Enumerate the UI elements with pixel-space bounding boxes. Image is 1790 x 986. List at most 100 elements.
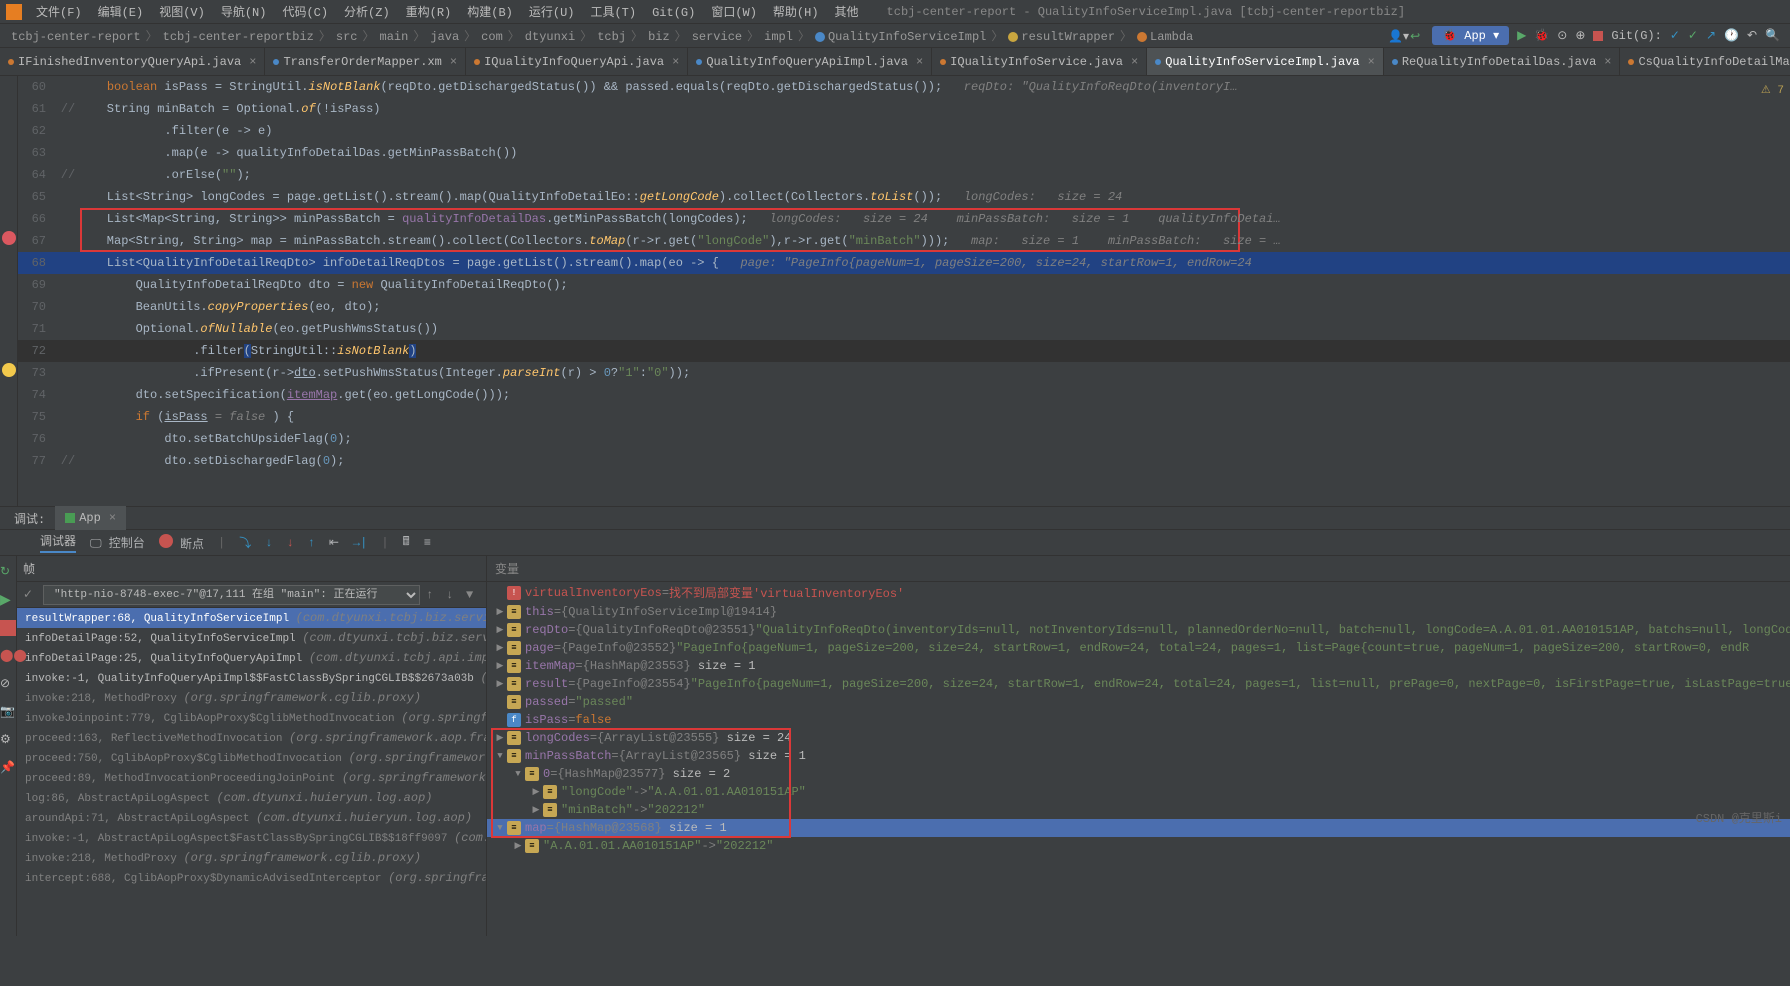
git-commit-icon[interactable]: ✓: [1688, 28, 1698, 43]
git-push-icon[interactable]: ↗: [1706, 28, 1716, 43]
run-button[interactable]: ▶: [1517, 28, 1526, 43]
run-to-cursor-icon[interactable]: →|: [353, 536, 367, 550]
stop-debug-icon[interactable]: [0, 620, 16, 636]
menu-item[interactable]: 导航(N): [213, 6, 275, 20]
breadcrumb-item[interactable]: resultWrapper: [1005, 30, 1118, 44]
fold-marker[interactable]: //: [58, 450, 78, 472]
debug-session-tab[interactable]: App ×: [55, 506, 126, 530]
breakpoint-icon[interactable]: [2, 231, 16, 245]
fold-marker[interactable]: [58, 406, 78, 428]
stack-frame[interactable]: proceed:89, MethodInvocationProceedingJo…: [17, 768, 486, 788]
close-tab-icon[interactable]: ×: [1364, 55, 1375, 69]
close-tab-icon[interactable]: ×: [446, 55, 457, 69]
menu-item[interactable]: 重构(R): [398, 6, 460, 20]
fold-marker[interactable]: [58, 120, 78, 142]
stack-frame[interactable]: resultWrapper:68, QualityInfoServiceImpl…: [17, 608, 486, 628]
menu-item[interactable]: 构建(B): [459, 6, 521, 20]
code-line[interactable]: 63 .map(e -> qualityInfoDetailDas.getMin…: [18, 142, 1790, 164]
fold-marker[interactable]: [58, 76, 78, 98]
fold-marker[interactable]: [58, 362, 78, 384]
close-tab-icon[interactable]: ×: [1127, 55, 1138, 69]
breadcrumb-item[interactable]: Lambda: [1134, 30, 1196, 44]
editor-tab[interactable]: IFinishedInventoryQueryApi.java×: [0, 48, 265, 76]
force-step-into-icon[interactable]: ↓: [286, 536, 293, 550]
stack-frame[interactable]: invokeJoinpoint:779, CglibAopProxy$Cglib…: [17, 708, 486, 728]
code-line[interactable]: 62 .filter(e -> e): [18, 120, 1790, 142]
rerun-icon[interactable]: ↻: [0, 564, 16, 580]
evaluate-icon[interactable]: 🖩: [403, 532, 410, 553]
menu-item[interactable]: 代码(C): [274, 6, 336, 20]
editor-tab[interactable]: IQualityInfoQueryApi.java×: [466, 48, 688, 76]
stack-frame[interactable]: invoke:-1, QualityInfoQueryApiImpl$$Fast…: [17, 668, 486, 688]
breadcrumb-item[interactable]: QualityInfoServiceImpl: [812, 30, 989, 44]
fold-marker[interactable]: [58, 296, 78, 318]
code-line[interactable]: 71 Optional.ofNullable(eo.getPushWmsStat…: [18, 318, 1790, 340]
fold-marker[interactable]: [58, 384, 78, 406]
breadcrumb-item[interactable]: impl: [761, 30, 796, 44]
breadcrumb-item[interactable]: java: [427, 30, 462, 44]
code-line[interactable]: 76 dto.setBatchUpsideFlag(0);: [18, 428, 1790, 450]
fold-marker[interactable]: [58, 230, 78, 252]
search-icon[interactable]: 🔍: [1765, 28, 1780, 43]
breadcrumb-item[interactable]: src: [333, 30, 361, 44]
breadcrumb-item[interactable]: tcbj-center-report: [8, 30, 144, 44]
breadcrumb-item[interactable]: service: [689, 30, 745, 44]
variable-row[interactable]: ▶≡itemMap = {HashMap@23553} size = 1: [487, 657, 1790, 675]
code-line[interactable]: 69 QualityInfoDetailReqDto dto = new Qua…: [18, 274, 1790, 296]
stack-frame[interactable]: invoke:218, MethodProxy (org.springframe…: [17, 848, 486, 868]
git-update-icon[interactable]: ✓: [1670, 28, 1680, 43]
editor-tab[interactable]: TransferOrderMapper.xm×: [265, 48, 466, 76]
variable-row[interactable]: ▶≡this = {QualityInfoServiceImpl@19414}: [487, 603, 1790, 621]
fold-marker[interactable]: [58, 186, 78, 208]
code-line[interactable]: 60 boolean isPass = StringUtil.isNotBlan…: [18, 76, 1790, 98]
fold-marker[interactable]: [58, 340, 78, 362]
get-thread-dump-icon[interactable]: 📷: [0, 704, 16, 720]
code-line[interactable]: 64 // .orElse("");: [18, 164, 1790, 186]
code-line[interactable]: 61 // String minBatch = Optional.of(!isP…: [18, 98, 1790, 120]
code-line[interactable]: 73 .ifPresent(r->dto.setPushWmsStatus(In…: [18, 362, 1790, 384]
editor-tab[interactable]: ReQualityInfoDetailDas.java×: [1384, 48, 1621, 76]
variable-row[interactable]: !virtualInventoryEos = 找不到局部变量'virtualIn…: [487, 582, 1790, 603]
code-line[interactable]: 68 List<QualityInfoDetailReqDto> infoDet…: [18, 252, 1790, 274]
stack-frame[interactable]: infoDetailPage:25, QualityInfoQueryApiIm…: [17, 648, 486, 668]
git-history-icon[interactable]: 🕐: [1724, 28, 1739, 43]
debug-button[interactable]: 🐞: [1534, 28, 1549, 43]
debugger-tab[interactable]: 调试器: [40, 532, 76, 553]
editor-tab[interactable]: QualityInfoQueryApiImpl.java×: [688, 48, 932, 76]
close-tab-icon[interactable]: ×: [245, 55, 256, 69]
fold-marker[interactable]: [58, 142, 78, 164]
editor-tab[interactable]: QualityInfoServiceImpl.java×: [1147, 48, 1384, 76]
stack-frame[interactable]: proceed:163, ReflectiveMethodInvocation …: [17, 728, 486, 748]
expand-arrow-icon[interactable]: ▶: [493, 661, 507, 671]
variable-row[interactable]: ▶≡"A.A.01.01.AA010151AP" -> "202212": [487, 837, 1790, 855]
code-line[interactable]: 72 .filter(StringUtil::isNotBlank): [18, 340, 1790, 362]
mute-breakpoints-icon[interactable]: ⊘: [0, 676, 16, 692]
menu-item[interactable]: 其他: [827, 6, 867, 20]
console-tab[interactable]: 🖵 控制台: [90, 534, 145, 551]
expand-arrow-icon[interactable]: ▶: [493, 679, 507, 689]
code-line[interactable]: 65 List<String> longCodes = page.getList…: [18, 186, 1790, 208]
view-breakpoints-icon[interactable]: ⬤⬤: [0, 648, 16, 664]
frames-down-icon[interactable]: ↓: [446, 588, 460, 602]
stack-frame[interactable]: log:86, AbstractApiLogAspect (com.dtyunx…: [17, 788, 486, 808]
expand-arrow-icon[interactable]: ▶: [493, 643, 507, 653]
coverage-button[interactable]: ⊙: [1557, 28, 1567, 43]
expand-arrow-icon[interactable]: ▶: [493, 607, 507, 617]
variable-row[interactable]: ▶≡reqDto = {QualityInfoReqDto@23551} "Qu…: [487, 621, 1790, 639]
frames-filter-icon[interactable]: ▼: [466, 588, 480, 602]
run-config-selector[interactable]: 🐞 App ▾: [1432, 26, 1509, 45]
intention-bulb-icon[interactable]: [2, 363, 16, 377]
stack-frame[interactable]: intercept:688, CglibAopProxy$DynamicAdvi…: [17, 868, 486, 888]
close-tab-icon[interactable]: ×: [1600, 55, 1611, 69]
close-tab-icon[interactable]: ×: [912, 55, 923, 69]
frames-up-icon[interactable]: ↑: [426, 588, 440, 602]
code-line[interactable]: 66 List<Map<String, String>> minPassBatc…: [18, 208, 1790, 230]
close-tab-icon[interactable]: ×: [668, 55, 679, 69]
variable-row[interactable]: fisPass = false: [487, 711, 1790, 729]
stack-frame[interactable]: invoke:-1, AbstractApiLogAspect$FastClas…: [17, 828, 486, 848]
stack-frame[interactable]: aroundApi:71, AbstractApiLogAspect (com.…: [17, 808, 486, 828]
fold-marker[interactable]: [58, 274, 78, 296]
drop-frame-icon[interactable]: ⇤: [329, 535, 339, 550]
fold-marker[interactable]: //: [58, 164, 78, 186]
fold-marker[interactable]: [58, 318, 78, 340]
